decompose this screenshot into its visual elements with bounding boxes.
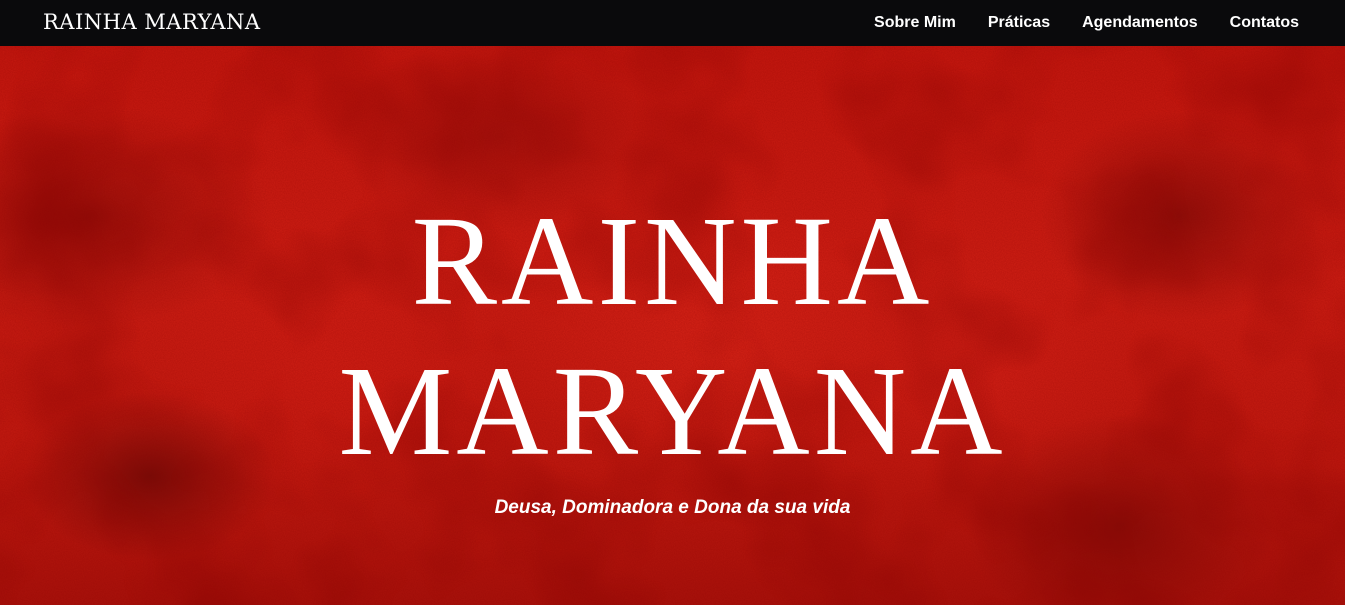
page: RAINHA MARYANA Sobre Mim Práticas Agenda… (0, 0, 1345, 605)
top-navigation-bar: RAINHA MARYANA Sobre Mim Práticas Agenda… (0, 0, 1345, 46)
nav-link-agendamentos[interactable]: Agendamentos (1082, 14, 1198, 32)
nav-link-sobre-mim[interactable]: Sobre Mim (874, 14, 956, 32)
hero-section: RAINHA MARYANA Deusa, Dominadora e Dona … (0, 46, 1345, 605)
main-nav: Sobre Mim Práticas Agendamentos Contatos (874, 0, 1299, 46)
hero-title-line-2: MARYANA (338, 340, 1007, 482)
nav-link-praticas[interactable]: Práticas (988, 14, 1050, 32)
hero-title-line-1: RAINHA (411, 190, 934, 332)
nav-link-contatos[interactable]: Contatos (1230, 14, 1299, 32)
site-logo[interactable]: RAINHA MARYANA (43, 9, 261, 35)
hero-title: RAINHA MARYANA (0, 186, 1345, 486)
hero-subtitle: Deusa, Dominadora e Dona da sua vida (494, 497, 851, 518)
